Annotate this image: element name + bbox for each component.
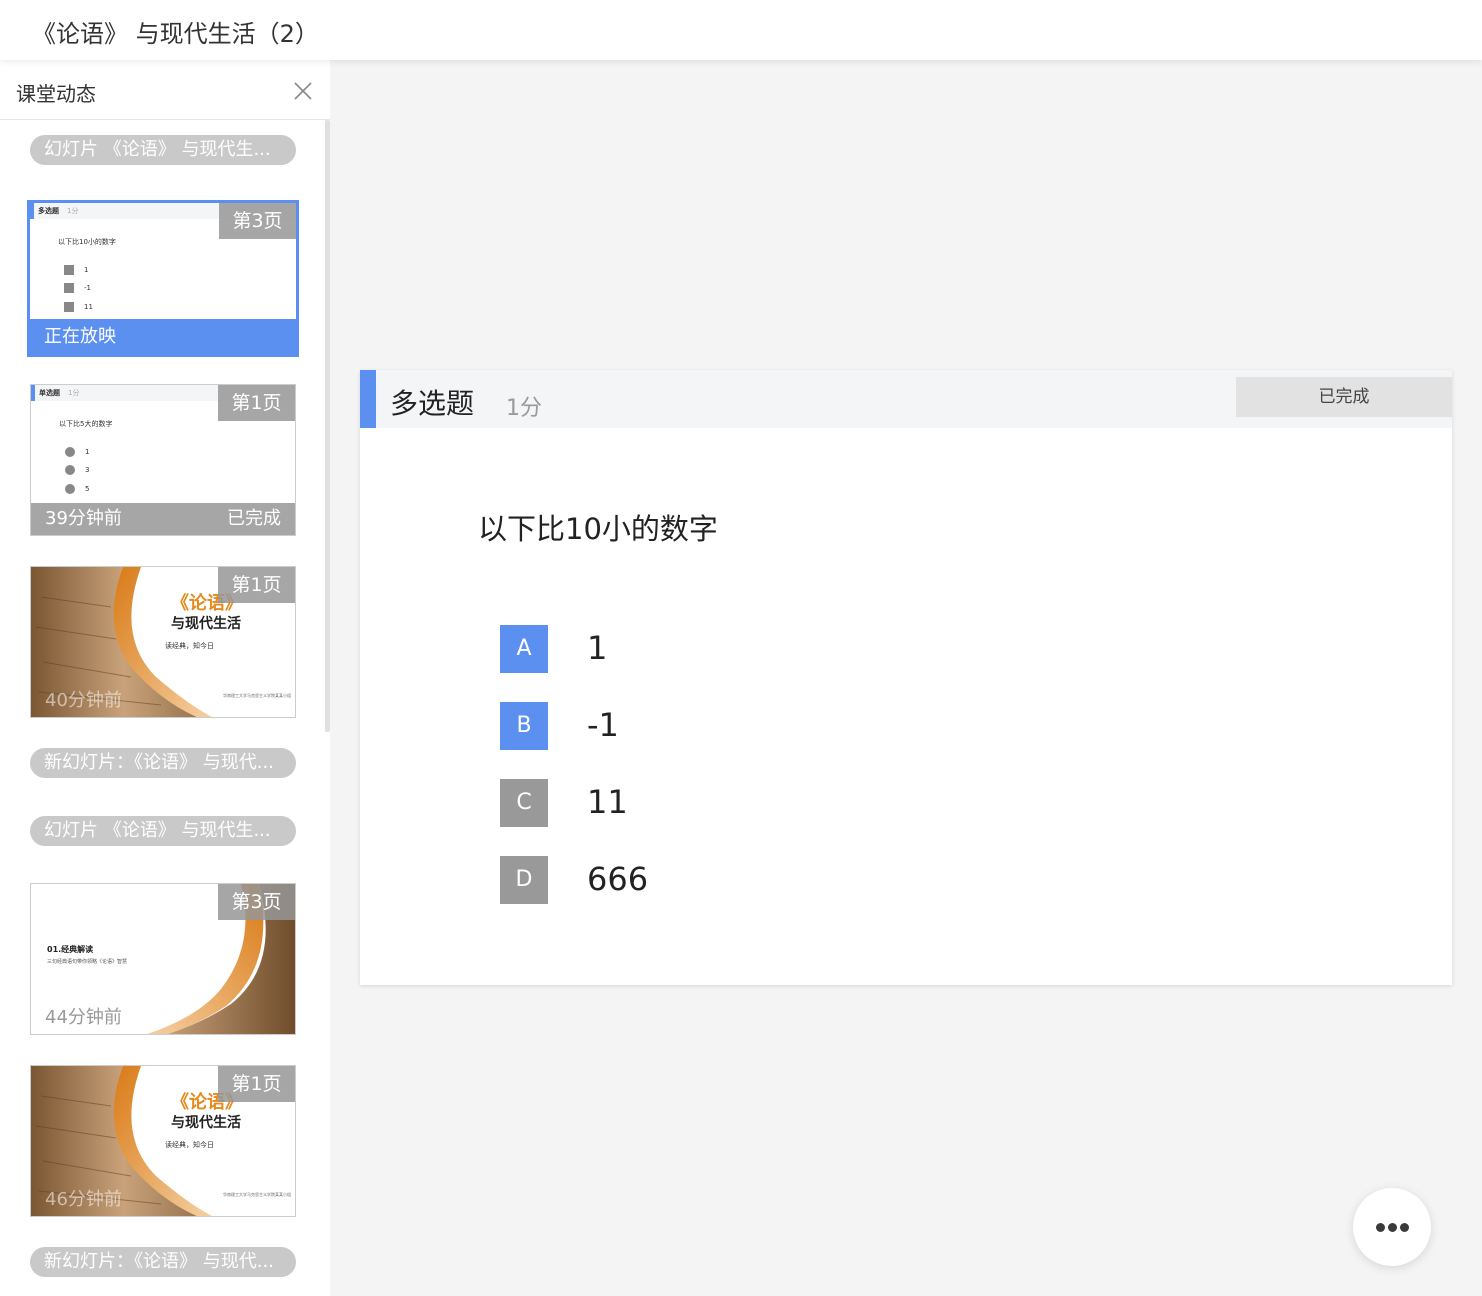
slide-entry-pill[interactable]: 新幻灯片：《论语》 与现代... [30, 748, 296, 778]
thumb-option-value: -1 [84, 284, 91, 292]
card-footer: 40分钟前 [31, 685, 295, 717]
sidebar-header: 课堂动态 [0, 60, 330, 120]
sidebar-class-activity: 课堂动态 幻灯片 《论语》 与现代生... 多选题 1分 以下比10小的数字 1 … [0, 60, 330, 1296]
slide-entry-pill[interactable]: 幻灯片 《论语》 与现代生... [30, 135, 296, 165]
thumb-question: 以下比10小的数字 [58, 238, 116, 246]
thumb-option-value: 1 [84, 266, 89, 274]
thumb-option-radio [65, 447, 75, 457]
thumb-tagline: 读经典，知今日 [165, 642, 214, 650]
thumb-option-value: 11 [84, 303, 93, 311]
page-badge: 第3页 [218, 884, 295, 920]
status-label: 已完成 [227, 508, 281, 529]
thumb-option: 1 [65, 447, 89, 457]
thumb-option: 5 [65, 484, 89, 494]
question-header: 多选题 1分 已完成 [360, 370, 1452, 428]
option-letter: A [500, 625, 548, 673]
completed-button[interactable]: 已完成 [1236, 377, 1452, 417]
thumb-option-value: 5 [85, 485, 90, 493]
option-letter: D [500, 856, 548, 904]
thumb-option-radio [65, 484, 75, 494]
thumb-question: 以下比5大的数字 [59, 420, 113, 428]
time-ago: 44分钟前 [45, 1007, 122, 1028]
option-text: -1 [587, 706, 619, 744]
thumb-option: 3 [65, 465, 89, 475]
sidebar-scrollbar[interactable] [325, 120, 330, 732]
card-footer: 39分钟前 已完成 [31, 503, 295, 535]
option-text: 1 [587, 629, 608, 667]
thumb-option-radio [65, 465, 75, 475]
sidebar-title: 课堂动态 [16, 82, 96, 106]
thumb-type: 多选题 [38, 207, 59, 215]
option-text: 11 [587, 783, 628, 821]
thumb-option: -1 [64, 283, 91, 293]
thumb-subtitle: 与现代生活 [171, 616, 241, 632]
thumb-option-box [64, 265, 74, 275]
thumb-section-subtitle: 三句经典语句带你领略《论语》智慧 [47, 959, 128, 965]
question-card: 多选题 1分 已完成 以下比10小的数字 A 1 B -1 C 11 D 666 [360, 370, 1452, 985]
thumb-option-value: 3 [85, 466, 90, 474]
slide-entry-pill[interactable]: 幻灯片 《论语》 与现代生... [30, 816, 296, 846]
thumb-section-title: 01.经典解读 [47, 945, 94, 954]
card-footer: 44分钟前 [31, 1002, 295, 1034]
time-ago: 40分钟前 [45, 690, 122, 711]
thumb-type: 单选题 [39, 389, 60, 397]
slide-card[interactable]: 单选题 1分 以下比5大的数字 1 3 5 第1页 39分钟前 已完成 [30, 384, 296, 536]
thumb-option-value: 1 [85, 448, 90, 456]
thumb-option: 1 [64, 265, 88, 275]
slide-card-now-playing[interactable]: 多选题 1分 以下比10小的数字 1 -1 11 第3页 正在放映 [27, 200, 299, 357]
thumb-option-box [64, 283, 74, 293]
now-playing-label: 正在放映 [30, 319, 296, 354]
page-badge: 第1页 [218, 385, 295, 421]
slide-card[interactable]: 《论语》 与现代生活 读经典，知今日 华南理工大学马克思主义学院某某小组 第1页… [30, 566, 296, 718]
thumb-tagline: 读经典，知今日 [165, 1141, 214, 1149]
page-badge: 第3页 [219, 203, 296, 239]
thumb-score: 1分 [68, 389, 80, 397]
slide-entry-pill[interactable]: 新幻灯片：《论语》 与现代... [30, 1247, 296, 1277]
page-badge: 第1页 [218, 1066, 295, 1102]
slide-card[interactable]: 《论语》 与现代生活 读经典，知今日 华南理工大学马克思主义学院某某小组 第1页… [30, 1065, 296, 1217]
thumb-option: 11 [64, 302, 93, 312]
thumb-option-box [64, 302, 74, 312]
more-options-button[interactable] [1353, 1188, 1431, 1266]
top-bar: 《论语》 与现代生活（2） [0, 0, 1482, 60]
question-type: 多选题 [390, 387, 475, 420]
option-letter: B [500, 702, 548, 750]
time-ago: 39分钟前 [45, 508, 122, 529]
option-letter: C [500, 779, 548, 827]
page-badge: 第1页 [218, 567, 295, 603]
thumb-score: 1分 [67, 207, 79, 215]
option-text: 666 [587, 860, 649, 898]
card-footer: 46分钟前 [31, 1184, 295, 1216]
page-title: 《论语》 与现代生活（2） [32, 20, 319, 48]
question-text: 以下比10小的数字 [478, 512, 718, 546]
accent-bar [360, 370, 376, 428]
close-icon[interactable] [292, 80, 314, 102]
thumb-subtitle: 与现代生活 [171, 1115, 241, 1131]
slide-card[interactable]: 01.经典解读 三句经典语句带你领略《论语》智慧 第3页 44分钟前 [30, 883, 296, 1035]
time-ago: 46分钟前 [45, 1189, 122, 1210]
question-score: 1分 [506, 396, 542, 421]
